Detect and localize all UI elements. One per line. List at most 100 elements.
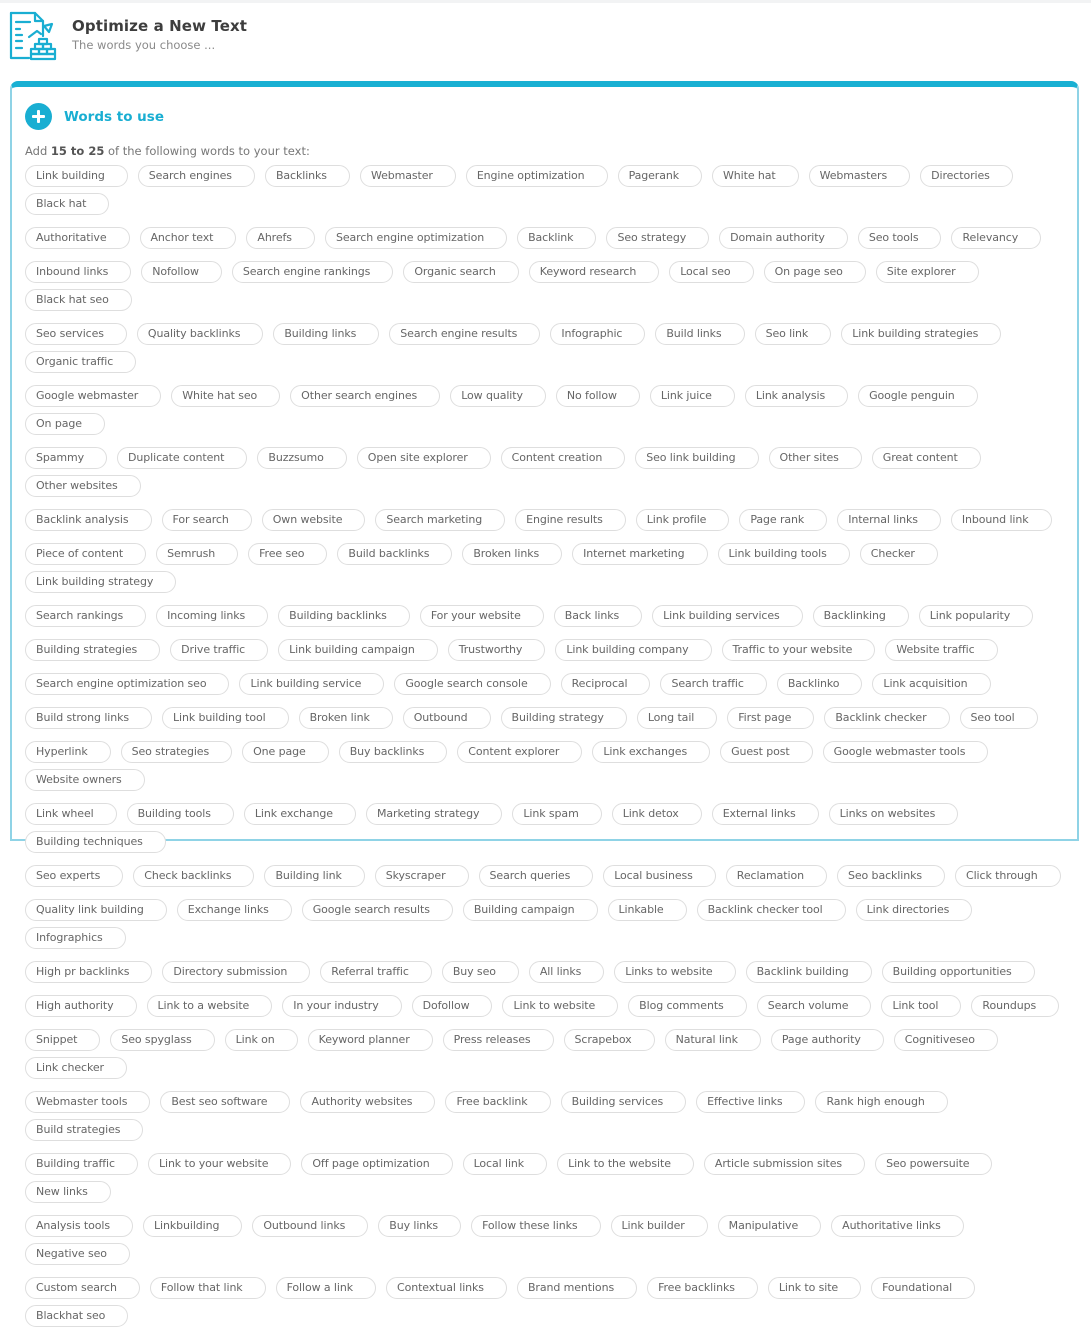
word-chip[interactable]: Click through xyxy=(955,865,1061,887)
word-chip[interactable]: Link on xyxy=(224,1029,298,1051)
word-chip[interactable]: Check backlinks xyxy=(133,865,255,887)
word-chip[interactable]: Building strategy xyxy=(500,707,627,729)
word-chip[interactable]: Local link xyxy=(462,1153,548,1175)
word-chip[interactable]: Content creation xyxy=(500,447,626,469)
word-chip[interactable]: Trustworthy xyxy=(447,639,546,661)
word-chip[interactable]: Content explorer xyxy=(457,741,583,763)
word-chip[interactable]: Link building service xyxy=(239,673,385,695)
word-chip[interactable]: Link building strategy xyxy=(25,571,177,593)
word-chip[interactable]: Anchor text xyxy=(139,227,237,249)
word-chip[interactable]: Backlinks xyxy=(264,165,350,187)
word-chip[interactable]: Custom search xyxy=(25,1277,140,1299)
word-chip[interactable]: Checker xyxy=(859,543,938,565)
word-chip[interactable]: Engine optimization xyxy=(465,165,608,187)
word-chip[interactable]: Exchange links xyxy=(176,899,292,921)
word-chip[interactable]: Backlink xyxy=(517,227,597,249)
word-chip[interactable]: Backlinking xyxy=(812,605,909,627)
word-chip[interactable]: Rank high enough xyxy=(815,1091,948,1113)
plus-circle-icon[interactable] xyxy=(25,103,52,130)
word-chip[interactable]: Contextual links xyxy=(386,1277,507,1299)
word-chip[interactable]: All links xyxy=(528,961,605,983)
word-chip[interactable]: Link directories xyxy=(855,899,973,921)
word-chip[interactable]: Analysis tools xyxy=(25,1215,133,1237)
word-chip[interactable]: Backlink building xyxy=(745,961,872,983)
word-chip[interactable]: Referral traffic xyxy=(320,961,432,983)
word-chip[interactable]: Links on websites xyxy=(828,803,959,825)
word-chip[interactable]: Google search results xyxy=(301,899,453,921)
word-chip[interactable]: Black hat xyxy=(25,193,110,215)
word-chip[interactable]: Broken links xyxy=(462,543,563,565)
word-chip[interactable]: High authority xyxy=(25,995,137,1017)
word-chip[interactable]: Free seo xyxy=(248,543,328,565)
word-chip[interactable]: Spammy xyxy=(25,447,108,469)
word-chip[interactable]: Relevancy xyxy=(951,227,1042,249)
word-chip[interactable]: Webmaster xyxy=(359,165,456,187)
word-chip[interactable]: Follow that link xyxy=(149,1277,266,1299)
word-chip[interactable]: Keyword planner xyxy=(307,1029,433,1051)
word-chip[interactable]: Backlink checker xyxy=(824,707,950,729)
word-chip[interactable]: Article submission sites xyxy=(703,1153,866,1175)
word-chip[interactable]: Linkable xyxy=(607,899,687,921)
word-chip[interactable]: Seo strategies xyxy=(120,741,233,763)
word-chip[interactable]: Free backlink xyxy=(445,1091,551,1113)
word-chip[interactable]: Reclamation xyxy=(725,865,827,887)
word-chip[interactable]: Link building strategies xyxy=(841,323,1002,345)
word-chip[interactable]: Black hat seo xyxy=(25,289,132,311)
word-chip[interactable]: Other search engines xyxy=(290,385,441,407)
word-chip[interactable]: Google webmaster tools xyxy=(822,741,989,763)
word-chip[interactable]: Build links xyxy=(655,323,745,345)
word-chip[interactable]: White hat xyxy=(712,165,799,187)
word-chip[interactable]: Link checker xyxy=(25,1057,127,1079)
word-chip[interactable]: Search marketing xyxy=(375,509,506,531)
word-chip[interactable]: Blog comments xyxy=(628,995,747,1017)
word-chip[interactable]: Infographics xyxy=(25,927,126,949)
word-chip[interactable]: Follow these links xyxy=(471,1215,601,1237)
word-chip[interactable]: Infographic xyxy=(550,323,646,345)
word-chip[interactable]: Search volume xyxy=(756,995,872,1017)
word-chip[interactable]: Guest post xyxy=(720,741,813,763)
word-chip[interactable]: Seo tool xyxy=(959,707,1038,729)
word-chip[interactable]: Building traffic xyxy=(25,1153,138,1175)
word-chip[interactable]: Local business xyxy=(603,865,716,887)
word-chip[interactable]: Link wheel xyxy=(25,803,117,825)
word-chip[interactable]: External links xyxy=(711,803,819,825)
word-chip[interactable]: Engine results xyxy=(515,509,626,531)
word-chip[interactable]: Blackhat seo xyxy=(25,1305,129,1327)
word-chip[interactable]: Off page optimization xyxy=(301,1153,453,1175)
word-chip[interactable]: Other sites xyxy=(768,447,862,469)
word-chip[interactable]: For your website xyxy=(419,605,544,627)
word-chip[interactable]: For search xyxy=(161,509,252,531)
word-chip[interactable]: Low quality xyxy=(450,385,546,407)
word-chip[interactable]: Long tail xyxy=(636,707,718,729)
word-chip[interactable]: Effective links xyxy=(696,1091,806,1113)
word-chip[interactable]: Drive traffic xyxy=(170,639,269,661)
word-chip[interactable]: Building services xyxy=(560,1091,687,1113)
word-chip[interactable]: Google search console xyxy=(394,673,551,695)
word-chip[interactable]: Own website xyxy=(261,509,366,531)
word-chip[interactable]: Building techniques xyxy=(25,831,166,853)
word-chip[interactable]: Links to website xyxy=(614,961,736,983)
word-chip[interactable]: Roundups xyxy=(971,995,1060,1017)
word-chip[interactable]: Keyword research xyxy=(528,261,660,283)
word-chip[interactable]: Back links xyxy=(553,605,643,627)
word-chip[interactable]: Buzzsumo xyxy=(257,447,347,469)
word-chip[interactable]: Link analysis xyxy=(744,385,849,407)
word-chip[interactable]: Link tool xyxy=(881,995,962,1017)
word-chip[interactable]: Seo powersuite xyxy=(875,1153,993,1175)
word-chip[interactable]: In your industry xyxy=(282,995,402,1017)
word-chip[interactable]: Building opportunities xyxy=(881,961,1035,983)
word-chip[interactable]: Duplicate content xyxy=(117,447,248,469)
word-chip[interactable]: White hat seo xyxy=(171,385,281,407)
word-chip[interactable]: Authority websites xyxy=(300,1091,436,1113)
word-chip[interactable]: Authoritative xyxy=(25,227,130,249)
word-chip[interactable]: Quality backlinks xyxy=(136,323,264,345)
word-chip[interactable]: Search traffic xyxy=(660,673,767,695)
word-chip[interactable]: Semrush xyxy=(156,543,239,565)
word-chip[interactable]: Google webmaster xyxy=(25,385,162,407)
word-chip[interactable]: Link builder xyxy=(610,1215,708,1237)
word-chip[interactable]: Building link xyxy=(264,865,365,887)
word-chip[interactable]: Link building campaign xyxy=(278,639,438,661)
word-chip[interactable]: Dofollow xyxy=(411,995,493,1017)
word-chip[interactable]: Cognitiveseo xyxy=(893,1029,998,1051)
word-chip[interactable]: Site explorer xyxy=(875,261,979,283)
